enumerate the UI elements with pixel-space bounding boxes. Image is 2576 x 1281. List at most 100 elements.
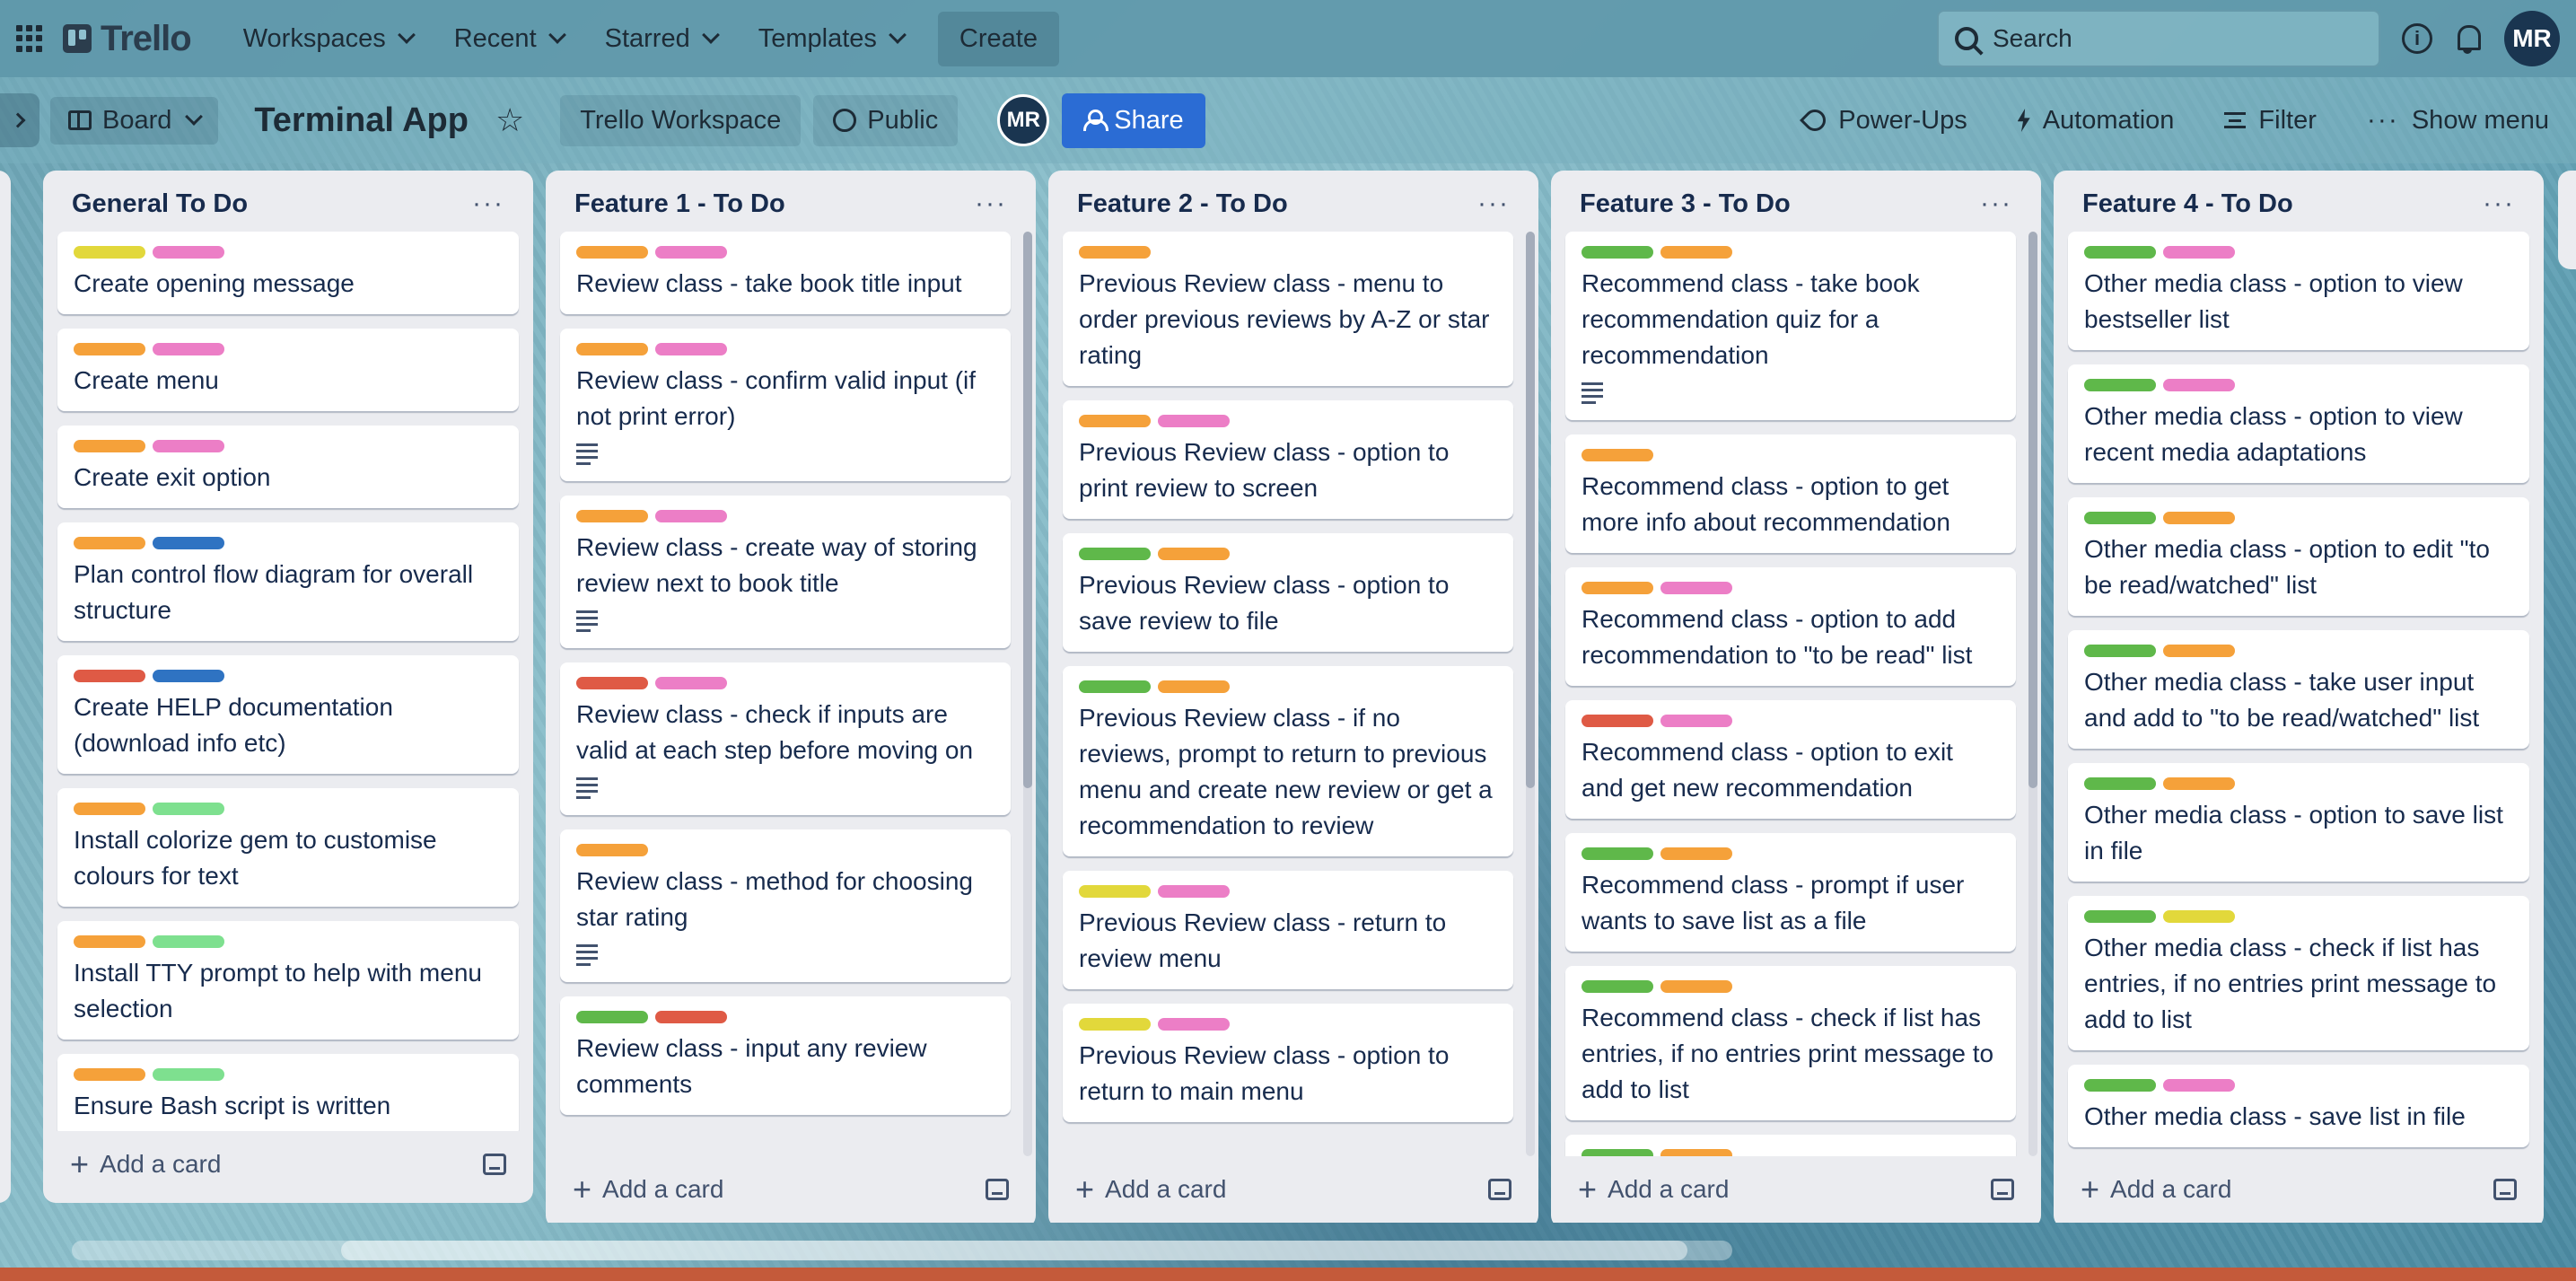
create-from-template-icon[interactable]: [483, 1154, 506, 1175]
label-yellow[interactable]: [2163, 910, 2235, 923]
card[interactable]: Previous Review class - option to print …: [1063, 400, 1513, 519]
label-green[interactable]: [576, 1011, 648, 1023]
label-lightgreen[interactable]: [153, 803, 224, 815]
scrollbar-thumb[interactable]: [1526, 232, 1535, 788]
label-orange[interactable]: [1660, 246, 1732, 259]
label-orange[interactable]: [1158, 548, 1230, 560]
label-green[interactable]: [2084, 645, 2156, 657]
card[interactable]: Previous Review class - option to save r…: [1063, 533, 1513, 652]
label-green[interactable]: [2084, 910, 2156, 923]
star-icon[interactable]: ☆: [495, 101, 524, 139]
scrollbar-thumb[interactable]: [2028, 232, 2037, 788]
app-switcher-icon[interactable]: [16, 25, 43, 52]
list-3[interactable]: Feature 2 - To Do ··· Previous Review clas…: [1048, 171, 1538, 1223]
card[interactable]: Recommend class - check if list has entr…: [1565, 966, 2016, 1120]
card[interactable]: Other media class - option to view recen…: [2068, 364, 2529, 483]
list-2[interactable]: Feature 1 - To Do ··· Review class - take …: [546, 171, 1036, 1223]
card[interactable]: Ensure Bash script is written: [57, 1054, 519, 1131]
label-red[interactable]: [655, 1011, 727, 1023]
card[interactable]: Recommend class - prompt if user wants t…: [1565, 833, 2016, 952]
card[interactable]: Recommend class - option to get more inf…: [1565, 434, 2016, 553]
label-green[interactable]: [1582, 246, 1653, 259]
label-pink[interactable]: [2163, 246, 2235, 259]
card[interactable]: Other media class - option to edit "to b…: [2068, 497, 2529, 616]
automation-button[interactable]: Automation: [2017, 106, 2174, 136]
label-orange[interactable]: [1582, 582, 1653, 594]
list-5[interactable]: Feature 4 - To Do ··· Other media class - …: [2054, 171, 2544, 1223]
card[interactable]: Create opening message: [57, 232, 519, 314]
scrollbar-thumb[interactable]: [341, 1241, 1687, 1260]
trello-logo[interactable]: Trello: [63, 19, 192, 59]
label-orange[interactable]: [74, 343, 145, 355]
show-menu-button[interactable]: ··· Show menu: [2367, 105, 2549, 136]
list-actions-icon[interactable]: ···: [975, 189, 1007, 219]
nav-workspaces-dropdown[interactable]: Workspaces: [227, 15, 429, 63]
card[interactable]: Recommend class - take book recommendati…: [1565, 232, 2016, 420]
add-card-button[interactable]: + Add a card: [2081, 1171, 2231, 1208]
label-lightgreen[interactable]: [153, 935, 224, 948]
card[interactable]: Install TTY prompt to help with menu sel…: [57, 921, 519, 1040]
label-pink[interactable]: [2163, 1079, 2235, 1092]
board-view-switcher[interactable]: Board: [50, 96, 219, 145]
card[interactable]: Recommend class - option to add recommen…: [1565, 567, 2016, 686]
filter-button[interactable]: Filter: [2224, 106, 2317, 136]
label-orange[interactable]: [74, 1068, 145, 1081]
create-from-template-icon[interactable]: [2493, 1179, 2517, 1200]
add-card-button[interactable]: + Add a card: [573, 1171, 723, 1208]
card[interactable]: Plan control flow diagram for overall st…: [57, 522, 519, 641]
account-avatar[interactable]: MR: [2504, 11, 2560, 66]
list-title[interactable]: Feature 1 - To Do: [574, 189, 785, 219]
share-button[interactable]: Share: [1062, 92, 1205, 148]
label-pink[interactable]: [655, 510, 727, 522]
label-orange[interactable]: [576, 510, 648, 522]
label-green[interactable]: [2084, 246, 2156, 259]
list-1[interactable]: General To Do ··· Create opening message Cr…: [43, 171, 533, 1203]
add-card-button[interactable]: + Add a card: [1578, 1171, 1729, 1208]
card[interactable]: Other media class - save list in file: [2068, 1065, 2529, 1147]
label-orange[interactable]: [1582, 449, 1653, 461]
label-green[interactable]: [1582, 847, 1653, 860]
visibility-button[interactable]: Public: [813, 94, 959, 146]
label-pink[interactable]: [153, 246, 224, 259]
label-green[interactable]: [1079, 680, 1151, 693]
label-orange[interactable]: [1079, 246, 1151, 259]
list-title[interactable]: General To Do: [72, 189, 248, 219]
list-title[interactable]: Feature 3 - To Do: [1580, 189, 1791, 219]
label-blue[interactable]: [153, 670, 224, 682]
list-actions-icon[interactable]: ···: [472, 189, 504, 219]
label-green[interactable]: [2084, 512, 2156, 524]
list-actions-icon[interactable]: ···: [2483, 189, 2515, 219]
label-orange[interactable]: [1660, 1149, 1732, 1156]
board-title[interactable]: Terminal App: [254, 101, 469, 140]
info-icon[interactable]: i: [2402, 23, 2432, 54]
list-scrollbar[interactable]: [1023, 232, 1032, 1156]
list-4[interactable]: Feature 3 - To Do ··· Recommend class - ta…: [1551, 171, 2041, 1223]
card[interactable]: Other media class - option to save list …: [2068, 763, 2529, 882]
card[interactable]: Previous Review class - return to review…: [1063, 871, 1513, 989]
label-orange[interactable]: [2163, 777, 2235, 790]
label-orange[interactable]: [576, 844, 648, 856]
label-green[interactable]: [2084, 1079, 2156, 1092]
label-pink[interactable]: [153, 343, 224, 355]
label-orange[interactable]: [74, 803, 145, 815]
card[interactable]: Review class - create way of storing rev…: [560, 496, 1011, 648]
card[interactable]: Review class - check if inputs are valid…: [560, 662, 1011, 815]
list-scrollbar[interactable]: [2028, 232, 2037, 1156]
label-orange[interactable]: [1660, 847, 1732, 860]
label-green[interactable]: [1582, 980, 1653, 993]
list-actions-icon[interactable]: ···: [1980, 189, 2012, 219]
add-card-button[interactable]: + Add a card: [70, 1145, 221, 1183]
label-green[interactable]: [2084, 379, 2156, 391]
label-orange[interactable]: [74, 537, 145, 549]
label-pink[interactable]: [655, 343, 727, 355]
label-pink[interactable]: [153, 440, 224, 452]
nav-starred-dropdown[interactable]: Starred: [589, 15, 733, 63]
create-from-template-icon[interactable]: [1488, 1179, 1511, 1200]
card[interactable]: Create HELP documentation (download info…: [57, 655, 519, 774]
card[interactable]: Review class - method for choosing star …: [560, 829, 1011, 982]
horizontal-scrollbar[interactable]: [72, 1241, 1732, 1260]
card[interactable]: [1565, 1135, 2016, 1156]
label-orange[interactable]: [2163, 512, 2235, 524]
search-input[interactable]: Search: [1937, 10, 2380, 67]
notifications-bell-icon[interactable]: [2454, 23, 2483, 54]
